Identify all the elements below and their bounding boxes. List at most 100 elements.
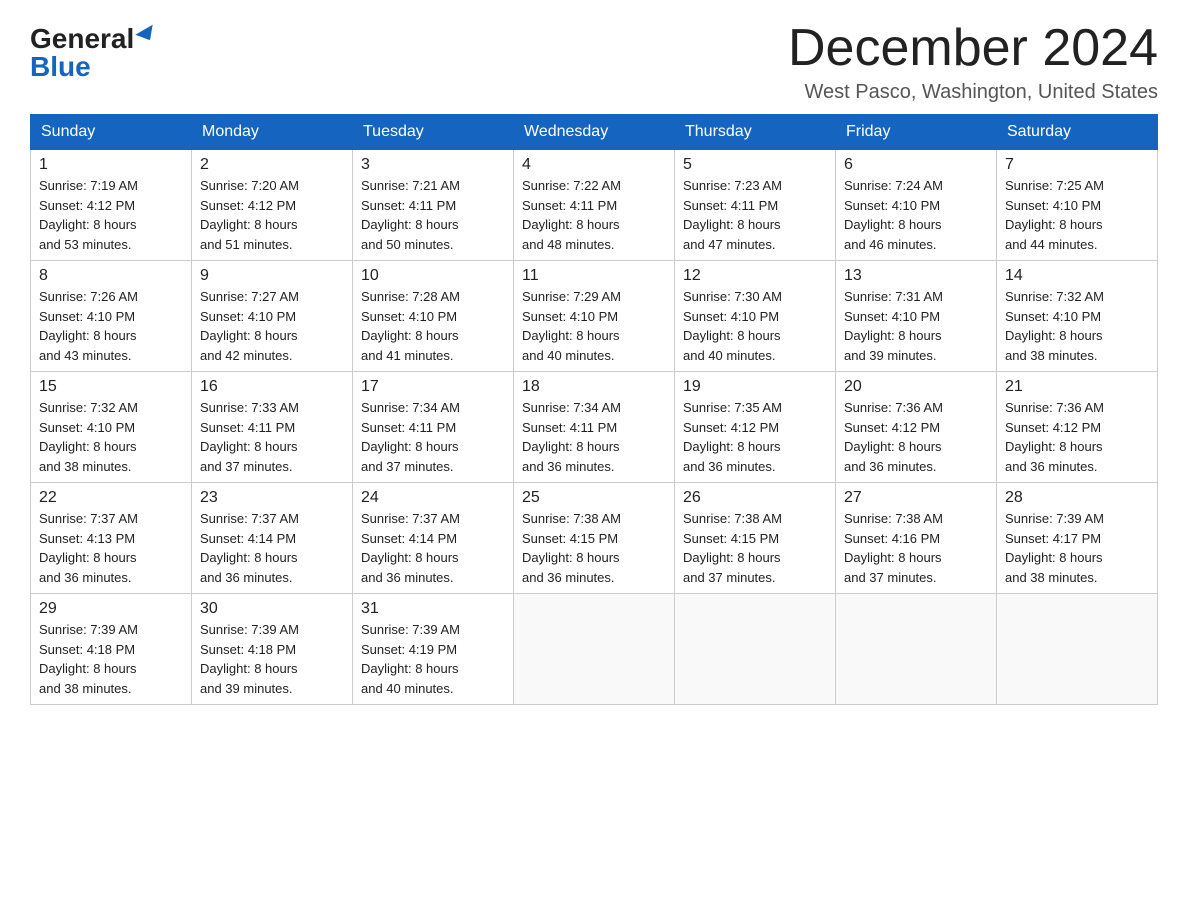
calendar-cell: 19 Sunrise: 7:35 AMSunset: 4:12 PMDayligh… <box>675 372 836 483</box>
calendar-cell <box>514 594 675 705</box>
calendar-cell: 20Sunrise: 7:36 AMSunset: 4:12 PMDayligh… <box>836 372 997 483</box>
day-info: Sunrise: 7:30 AMSunset: 4:10 PMDaylight:… <box>683 287 827 365</box>
day-info: Sunrise: 7:36 AMSunset: 4:12 PMDaylight:… <box>844 398 988 476</box>
calendar-cell: 2 Sunrise: 7:20 AMSunset: 4:12 PMDaylight… <box>192 150 353 261</box>
calendar-table: SundayMondayTuesdayWednesdayThursdayFrid… <box>30 114 1158 705</box>
day-number: 24 <box>361 489 505 507</box>
day-number: 22 <box>39 489 183 507</box>
day-info: Sunrise: 7:26 AMSunset: 4:10 PMDaylight:… <box>39 287 183 365</box>
day-info: Sunrise: 7:34 AMSunset: 4:11 PMDaylight:… <box>361 398 505 476</box>
day-info: Sunrise: 7:38 AMSunset: 4:15 PMDaylight:… <box>522 509 666 587</box>
week-row-5: 29 Sunrise: 7:39 AMSunset: 4:18 PMDayligh… <box>31 594 1158 705</box>
day-number: 2 <box>200 156 344 174</box>
calendar-cell: 10 Sunrise: 7:28 AMSunset: 4:10 PMDayligh… <box>353 261 514 372</box>
day-info: Sunrise: 7:39 AMSunset: 4:18 PMDaylight:… <box>200 620 344 698</box>
week-row-2: 8 Sunrise: 7:26 AMSunset: 4:10 PMDaylight… <box>31 261 1158 372</box>
calendar-cell: 23Sunrise: 7:37 AMSunset: 4:14 PMDayligh… <box>192 483 353 594</box>
day-number: 18 <box>522 378 666 396</box>
month-title: December 2024 <box>788 20 1158 77</box>
calendar-cell: 28 Sunrise: 7:39 AMSunset: 4:17 PMDayligh… <box>997 483 1158 594</box>
day-number: 5 <box>683 156 827 174</box>
week-row-4: 22 Sunrise: 7:37 AMSunset: 4:13 PMDayligh… <box>31 483 1158 594</box>
logo-general: General <box>30 25 134 53</box>
day-info: Sunrise: 7:36 AMSunset: 4:12 PMDaylight:… <box>1005 398 1149 476</box>
calendar-cell: 5 Sunrise: 7:23 AMSunset: 4:11 PMDaylight… <box>675 150 836 261</box>
day-number: 16 <box>200 378 344 396</box>
calendar-cell: 30 Sunrise: 7:39 AMSunset: 4:18 PMDayligh… <box>192 594 353 705</box>
weekday-header-friday: Friday <box>836 115 997 150</box>
day-info: Sunrise: 7:38 AMSunset: 4:15 PMDaylight:… <box>683 509 827 587</box>
day-info: Sunrise: 7:39 AMSunset: 4:19 PMDaylight:… <box>361 620 505 698</box>
day-info: Sunrise: 7:33 AMSunset: 4:11 PMDaylight:… <box>200 398 344 476</box>
day-info: Sunrise: 7:32 AMSunset: 4:10 PMDaylight:… <box>39 398 183 476</box>
title-block: December 2024 West Pasco, Washington, Un… <box>788 20 1158 104</box>
day-info: Sunrise: 7:22 AMSunset: 4:11 PMDaylight:… <box>522 176 666 254</box>
day-info: Sunrise: 7:20 AMSunset: 4:12 PMDaylight:… <box>200 176 344 254</box>
day-info: Sunrise: 7:23 AMSunset: 4:11 PMDaylight:… <box>683 176 827 254</box>
calendar-cell: 18 Sunrise: 7:34 AMSunset: 4:11 PMDayligh… <box>514 372 675 483</box>
calendar-cell: 21 Sunrise: 7:36 AMSunset: 4:12 PMDayligh… <box>997 372 1158 483</box>
day-number: 14 <box>1005 267 1149 285</box>
day-info: Sunrise: 7:19 AMSunset: 4:12 PMDaylight:… <box>39 176 183 254</box>
calendar-cell: 7Sunrise: 7:25 AMSunset: 4:10 PMDaylight… <box>997 150 1158 261</box>
day-number: 7 <box>1005 156 1149 174</box>
weekday-header-row: SundayMondayTuesdayWednesdayThursdayFrid… <box>31 115 1158 150</box>
calendar-cell: 27Sunrise: 7:38 AMSunset: 4:16 PMDayligh… <box>836 483 997 594</box>
day-number: 30 <box>200 600 344 618</box>
week-row-1: 1 Sunrise: 7:19 AMSunset: 4:12 PMDaylight… <box>31 150 1158 261</box>
weekday-header-saturday: Saturday <box>997 115 1158 150</box>
day-number: 27 <box>844 489 988 507</box>
calendar-cell: 15 Sunrise: 7:32 AMSunset: 4:10 PMDayligh… <box>31 372 192 483</box>
day-info: Sunrise: 7:32 AMSunset: 4:10 PMDaylight:… <box>1005 287 1149 365</box>
day-number: 25 <box>522 489 666 507</box>
logo-arrow-icon <box>136 25 159 45</box>
day-number: 28 <box>1005 489 1149 507</box>
calendar-cell: 22 Sunrise: 7:37 AMSunset: 4:13 PMDayligh… <box>31 483 192 594</box>
day-info: Sunrise: 7:39 AMSunset: 4:17 PMDaylight:… <box>1005 509 1149 587</box>
calendar-cell: 6Sunrise: 7:24 AMSunset: 4:10 PMDaylight… <box>836 150 997 261</box>
weekday-header-thursday: Thursday <box>675 115 836 150</box>
weekday-header-wednesday: Wednesday <box>514 115 675 150</box>
calendar-cell: 11Sunrise: 7:29 AMSunset: 4:10 PMDayligh… <box>514 261 675 372</box>
logo-blue: Blue <box>30 53 91 81</box>
day-info: Sunrise: 7:28 AMSunset: 4:10 PMDaylight:… <box>361 287 505 365</box>
day-info: Sunrise: 7:21 AMSunset: 4:11 PMDaylight:… <box>361 176 505 254</box>
calendar-cell: 12 Sunrise: 7:30 AMSunset: 4:10 PMDayligh… <box>675 261 836 372</box>
calendar-cell <box>836 594 997 705</box>
calendar-cell: 29Sunrise: 7:39 AMSunset: 4:18 PMDayligh… <box>31 594 192 705</box>
day-number: 8 <box>39 267 183 285</box>
logo: General Blue <box>30 25 157 81</box>
day-number: 19 <box>683 378 827 396</box>
calendar-cell: 8 Sunrise: 7:26 AMSunset: 4:10 PMDaylight… <box>31 261 192 372</box>
day-info: Sunrise: 7:29 AMSunset: 4:10 PMDaylight:… <box>522 287 666 365</box>
calendar-cell: 31 Sunrise: 7:39 AMSunset: 4:19 PMDayligh… <box>353 594 514 705</box>
weekday-header-monday: Monday <box>192 115 353 150</box>
day-number: 10 <box>361 267 505 285</box>
calendar-cell: 1 Sunrise: 7:19 AMSunset: 4:12 PMDaylight… <box>31 150 192 261</box>
calendar-cell: 17 Sunrise: 7:34 AMSunset: 4:11 PMDayligh… <box>353 372 514 483</box>
day-number: 29 <box>39 600 183 618</box>
weekday-header-tuesday: Tuesday <box>353 115 514 150</box>
day-info: Sunrise: 7:34 AMSunset: 4:11 PMDaylight:… <box>522 398 666 476</box>
day-number: 13 <box>844 267 988 285</box>
calendar-cell <box>675 594 836 705</box>
location-subtitle: West Pasco, Washington, United States <box>788 81 1158 104</box>
day-number: 6 <box>844 156 988 174</box>
day-number: 21 <box>1005 378 1149 396</box>
day-number: 12 <box>683 267 827 285</box>
calendar-cell: 25 Sunrise: 7:38 AMSunset: 4:15 PMDayligh… <box>514 483 675 594</box>
day-number: 15 <box>39 378 183 396</box>
day-info: Sunrise: 7:37 AMSunset: 4:13 PMDaylight:… <box>39 509 183 587</box>
day-info: Sunrise: 7:35 AMSunset: 4:12 PMDaylight:… <box>683 398 827 476</box>
day-info: Sunrise: 7:37 AMSunset: 4:14 PMDaylight:… <box>361 509 505 587</box>
day-number: 1 <box>39 156 183 174</box>
day-number: 31 <box>361 600 505 618</box>
day-number: 17 <box>361 378 505 396</box>
week-row-3: 15 Sunrise: 7:32 AMSunset: 4:10 PMDayligh… <box>31 372 1158 483</box>
weekday-header-sunday: Sunday <box>31 115 192 150</box>
calendar-cell: 13Sunrise: 7:31 AMSunset: 4:10 PMDayligh… <box>836 261 997 372</box>
calendar-cell: 24 Sunrise: 7:37 AMSunset: 4:14 PMDayligh… <box>353 483 514 594</box>
day-info: Sunrise: 7:27 AMSunset: 4:10 PMDaylight:… <box>200 287 344 365</box>
calendar-cell: 9Sunrise: 7:27 AMSunset: 4:10 PMDaylight… <box>192 261 353 372</box>
calendar-cell: 16 Sunrise: 7:33 AMSunset: 4:11 PMDayligh… <box>192 372 353 483</box>
